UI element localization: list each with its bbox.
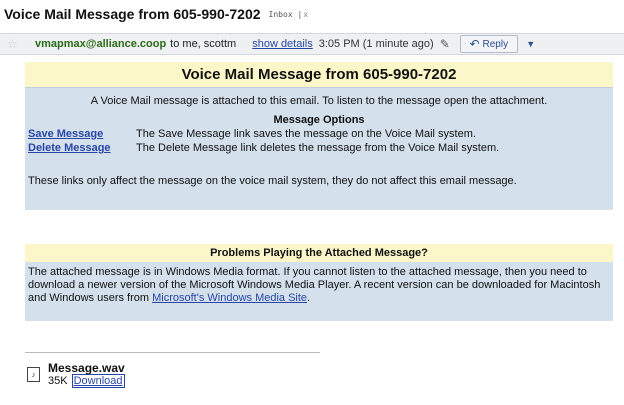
attachment: ♪ Message.wav 35K Download	[27, 361, 125, 388]
sender-row: ☆ vmapmax@alliance.coop to me, scottm sh…	[0, 33, 624, 55]
attachment-name: Message.wav	[48, 361, 125, 375]
options-heading: Message Options	[273, 114, 365, 126]
subject-bar: Voice Mail Message from 605-990-7202 Inb…	[4, 5, 308, 23]
reply-arrow-icon: ↶	[469, 37, 480, 51]
problems-text: The attached message is in Windows Media…	[28, 266, 601, 304]
reply-button[interactable]: ↶ Reply	[459, 35, 518, 53]
problems-title: Problems Playing the Attached Message?	[25, 244, 613, 262]
label-chip: Inbox |x	[268, 9, 309, 19]
show-details-link[interactable]: show details	[252, 38, 313, 50]
attachment-divider	[25, 352, 320, 353]
more-actions-dropdown[interactable]: ▼	[522, 35, 540, 53]
problems-body: The attached message is in Windows Media…	[25, 262, 613, 305]
remove-label-icon[interactable]: x	[303, 10, 308, 19]
message-title: Voice Mail Message from 605-990-7202	[25, 62, 613, 88]
message-intro: A Voice Mail message is attached to this…	[90, 95, 548, 107]
option-row-save: Save Message The Save Message link saves…	[25, 128, 613, 140]
email-subject: Voice Mail Message from 605-990-7202	[4, 6, 261, 22]
attachment-meta: 35K Download	[48, 374, 125, 388]
star-icon[interactable]: ☆	[7, 37, 21, 51]
recipients: to me, scottm	[170, 38, 237, 50]
delete-message-desc: The Delete Message link deletes the mess…	[136, 142, 500, 154]
paperclip-icon: ✎	[439, 37, 450, 51]
save-message-desc: The Save Message link saves the message …	[136, 128, 476, 140]
inbox-label[interactable]: Inbox	[269, 10, 293, 19]
windows-media-site-link[interactable]: Microsoft's Windows Media Site	[152, 292, 307, 304]
download-link[interactable]: Download	[71, 374, 125, 388]
options-note: These links only affect the message on t…	[28, 175, 517, 187]
problems-panel: Problems Playing the Attached Message? T…	[25, 244, 613, 321]
reply-label: Reply	[482, 38, 509, 50]
delete-message-link[interactable]: Delete Message	[28, 142, 136, 154]
save-message-link[interactable]: Save Message	[28, 128, 136, 140]
timestamp: 3:05 PM (1 minute ago)	[318, 38, 434, 50]
voice-mail-panel: Voice Mail Message from 605-990-7202 A V…	[25, 62, 613, 210]
attachment-size: 35K	[48, 375, 68, 387]
option-row-delete: Delete Message The Delete Message link d…	[25, 142, 613, 154]
sender-address[interactable]: vmapmax@alliance.coop	[35, 38, 166, 50]
problems-tail: .	[307, 292, 311, 304]
audio-file-icon: ♪	[27, 367, 40, 382]
